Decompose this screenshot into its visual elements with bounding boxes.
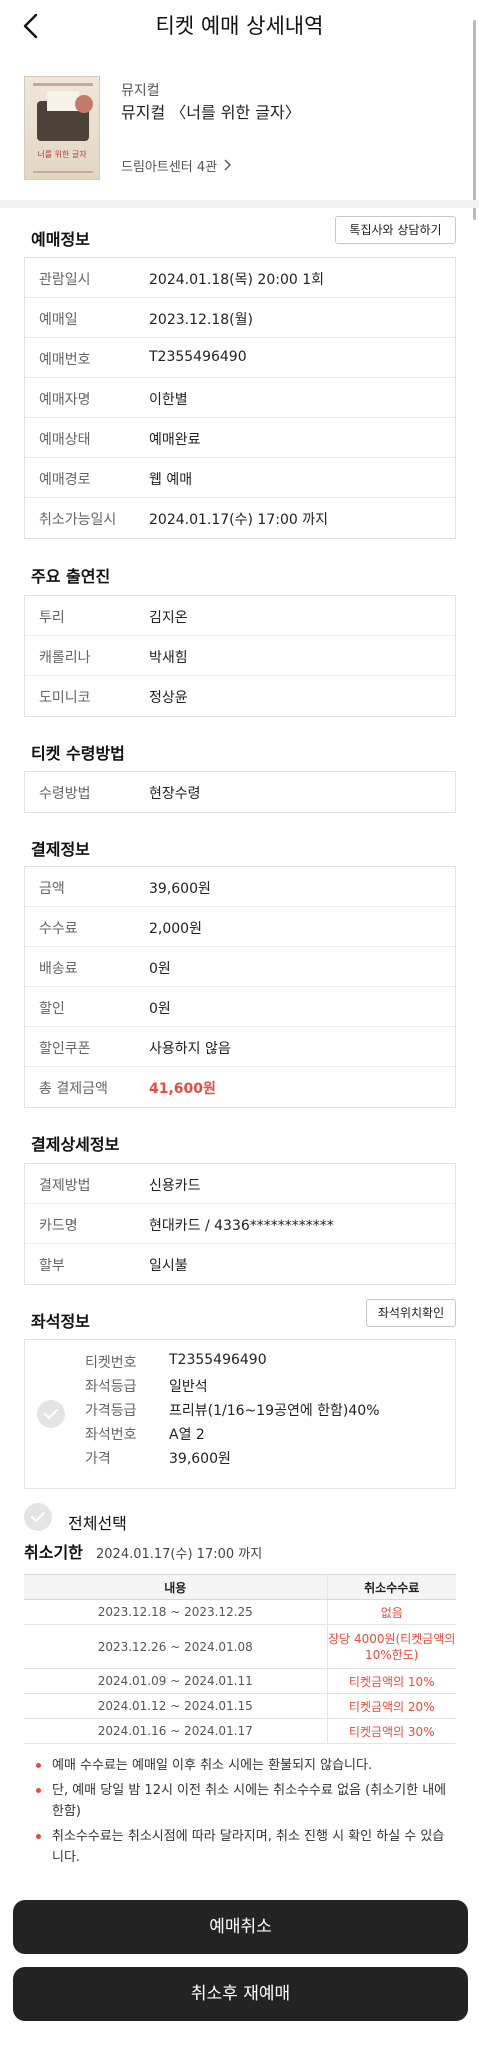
table-header: 내용 xyxy=(24,1574,328,1600)
venue-link[interactable]: 드림아트센터 4관 xyxy=(121,156,232,175)
cancel-notes: 예매 수수료는 예매일 이후 취소 시에는 환불되지 않습니다. 단, 예매 당… xyxy=(24,1755,456,1872)
cancel-and-rebook-button[interactable]: 취소후 재예매 xyxy=(13,1967,468,2021)
poster-image: 너를 위한 글자 xyxy=(24,76,100,180)
seat-select-checkbox[interactable] xyxy=(37,1400,65,1428)
select-all-checkbox[interactable] xyxy=(24,1503,52,1531)
total-amount: 41,600원 xyxy=(149,1081,216,1097)
bullet-icon xyxy=(36,1788,41,1793)
booking-row: 예매번호 T2355496490 xyxy=(25,338,455,378)
bullet-icon xyxy=(36,1834,41,1839)
cancel-deadline-title: 취소기한 xyxy=(24,1543,83,1562)
payment-row: 금액 39,600원 xyxy=(25,867,455,907)
delivery-row: 수령방법 현장수령 xyxy=(39,786,201,802)
product-genre: 뮤지컬 xyxy=(121,83,160,99)
table-row: 2024.01.12 ~ 2024.01.15 티켓금액의 20% xyxy=(24,1693,456,1719)
booking-row: 취소가능일시 2024.01.17(수) 17:00 까지 xyxy=(39,512,328,528)
cast-section-title: 주요 출연진 xyxy=(31,567,111,586)
poster-title: 너를 위한 글자 xyxy=(37,150,87,159)
cast-row: 캐롤리나 박새힘 xyxy=(25,636,455,676)
booking-row: 예매자명 이한별 xyxy=(25,378,455,418)
chevron-right-icon xyxy=(223,159,232,175)
payment-detail-row: 결제방법 신용카드 xyxy=(25,1164,455,1204)
payment-detail-section-title: 결제상세정보 xyxy=(31,1135,120,1154)
payment-row: 할인쿠폰 사용하지 않음 xyxy=(25,1027,455,1067)
seat-location-button[interactable]: 좌석위치확인 xyxy=(366,1299,456,1327)
product-name: 뮤지컬 〈너를 위한 글자〉 xyxy=(121,103,301,122)
table-row: 2023.12.26 ~ 2024.01.08 장당 4000원(티켓금액의 1… xyxy=(24,1624,456,1669)
select-all-label[interactable]: 전체선택 xyxy=(68,1510,127,1534)
table-row: 2024.01.16 ~ 2024.01.17 티켓금액의 30% xyxy=(24,1718,456,1744)
payment-row: 할인 0원 xyxy=(25,987,455,1027)
payment-detail-table: 결제방법 신용카드 카드명 현대카드 / 4336************ 할부 일시… xyxy=(24,1163,456,1285)
cast-row: 투리 김지온 xyxy=(25,596,455,636)
section-divider xyxy=(0,200,479,208)
payment-section-title: 결제정보 xyxy=(31,840,90,859)
top-bar: 티켓 예매 상세내역 xyxy=(0,0,479,52)
delivery-section-title: 티켓 수령방법 xyxy=(31,744,125,763)
scrollbar[interactable] xyxy=(473,20,476,220)
booking-row: 관람일시 2024.01.18(목) 20:00 1회 xyxy=(25,258,455,298)
bullet-icon xyxy=(36,1763,41,1768)
seat-info-box: 티켓번호 T2355496490 좌석등급 일반석 가격등급 프리뷰(1/16~19공… xyxy=(24,1339,456,1489)
cast-row: 도미니코 정상윤 xyxy=(39,690,188,706)
cancel-deadline-value: 2024.01.17(수) 17:00 까지 xyxy=(96,1547,263,1562)
booking-section-title: 예매정보 xyxy=(31,230,90,249)
payment-detail-row: 할부 일시불 xyxy=(39,1258,188,1274)
table-row: 2024.01.09 ~ 2024.01.11 티켓금액의 10% xyxy=(24,1668,456,1694)
payment-detail-row: 카드명 현대카드 / 4336************ xyxy=(25,1204,455,1244)
cast-table: 투리 김지온 캐롤리나 박새힘 도미니코 정상윤 xyxy=(24,595,456,717)
table-row: 2023.12.18 ~ 2023.12.25 없음 xyxy=(24,1599,456,1625)
cancel-fee-table: 내용 취소수수료 2023.12.18 ~ 2023.12.25 없음 2023… xyxy=(24,1574,456,1744)
note-item: 단, 예매 당일 밤 12시 이전 취소 시에는 취소수수료 없음 (취소기한 … xyxy=(24,1780,456,1822)
booking-info-table: 관람일시 2024.01.18(목) 20:00 1회 예매일 2023.12.18… xyxy=(24,257,456,539)
table-header: 취소수수료 xyxy=(327,1574,456,1600)
consult-button[interactable]: 톡집사와 상담하기 xyxy=(335,216,456,244)
payment-row: 수수료 2,000원 xyxy=(25,907,455,947)
page-title: 티켓 예매 상세내역 xyxy=(155,14,324,38)
note-item: 예매 수수료는 예매일 이후 취소 시에는 환불되지 않습니다. xyxy=(24,1755,456,1776)
seat-section-title: 좌석정보 xyxy=(31,1312,90,1331)
booking-row: 예매상태 예매완료 xyxy=(25,418,455,458)
venue-name: 드림아트센터 4관 xyxy=(121,160,218,175)
note-item: 취소수수료는 취소시점에 따라 달라지며, 취소 진행 시 확인 하실 수 있습… xyxy=(24,1826,456,1868)
cancel-booking-button[interactable]: 예매취소 xyxy=(13,1900,468,1954)
delivery-table: 수령방법 현장수령 xyxy=(24,771,456,813)
booking-row: 예매일 2023.12.18(월) xyxy=(25,298,455,338)
booking-row: 예매경로 웹 예매 xyxy=(25,458,455,498)
payment-row: 배송료 0원 xyxy=(25,947,455,987)
payment-table: 금액 39,600원 수수료 2,000원 배송료 0원 할인 0원 할인쿠폰 사용하지 … xyxy=(24,866,456,1108)
total-payment-row: 총 결제금액 41,600원 xyxy=(25,1067,455,1107)
